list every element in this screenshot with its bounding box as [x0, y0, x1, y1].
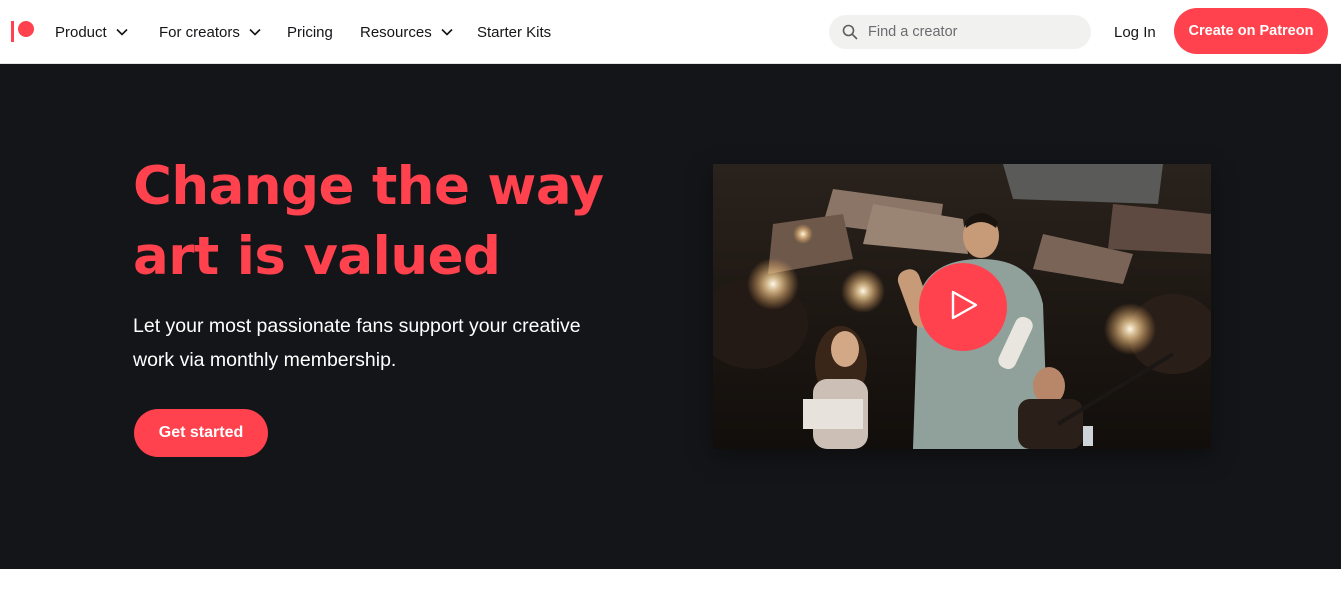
nav-item-for-creators[interactable]: For creators [159, 0, 262, 64]
nav-item-label: Starter Kits [477, 23, 552, 41]
play-video-button[interactable] [919, 263, 1007, 351]
chevron-down-icon [115, 25, 129, 39]
nav-item-product[interactable]: Product [55, 0, 129, 64]
top-navigation-bar: Product For creators Pricing Resources S… [0, 0, 1341, 64]
play-icon [946, 288, 980, 327]
search-input[interactable] [868, 15, 1078, 49]
hero-video[interactable] [713, 164, 1211, 449]
hero-subheadline: Let your most passionate fans support yo… [133, 309, 653, 377]
nav-item-resources[interactable]: Resources [360, 0, 454, 64]
subhead-line-1: Let your most passionate fans support yo… [133, 315, 581, 337]
subhead-line-2: work via monthly membership. [133, 349, 397, 371]
chevron-down-icon [248, 25, 262, 39]
nav-item-label: Product [55, 23, 107, 41]
create-on-patreon-button[interactable]: Create on Patreon [1174, 8, 1328, 54]
nav-item-starter-kits[interactable]: Starter Kits [477, 0, 551, 64]
nav-item-pricing[interactable]: Pricing [287, 0, 333, 64]
nav-item-label: Pricing [287, 23, 333, 41]
headline-line-1: Change the way [133, 156, 604, 217]
headline-line-2: art is valued [133, 226, 501, 287]
get-started-button[interactable]: Get started [134, 409, 268, 457]
nav-item-label: Resources [360, 23, 432, 41]
hero-section: Change the way art is valued Let your mo… [0, 64, 1341, 569]
patreon-logo-icon[interactable] [10, 19, 36, 45]
log-in-link[interactable]: Log In [1114, 0, 1156, 64]
nav-item-label: For creators [159, 23, 240, 41]
below-hero-section [0, 569, 1341, 605]
hero-headline: Change the way art is valued [133, 152, 653, 292]
chevron-down-icon [440, 25, 454, 39]
search-icon [842, 24, 858, 40]
search-bar[interactable] [829, 15, 1091, 49]
